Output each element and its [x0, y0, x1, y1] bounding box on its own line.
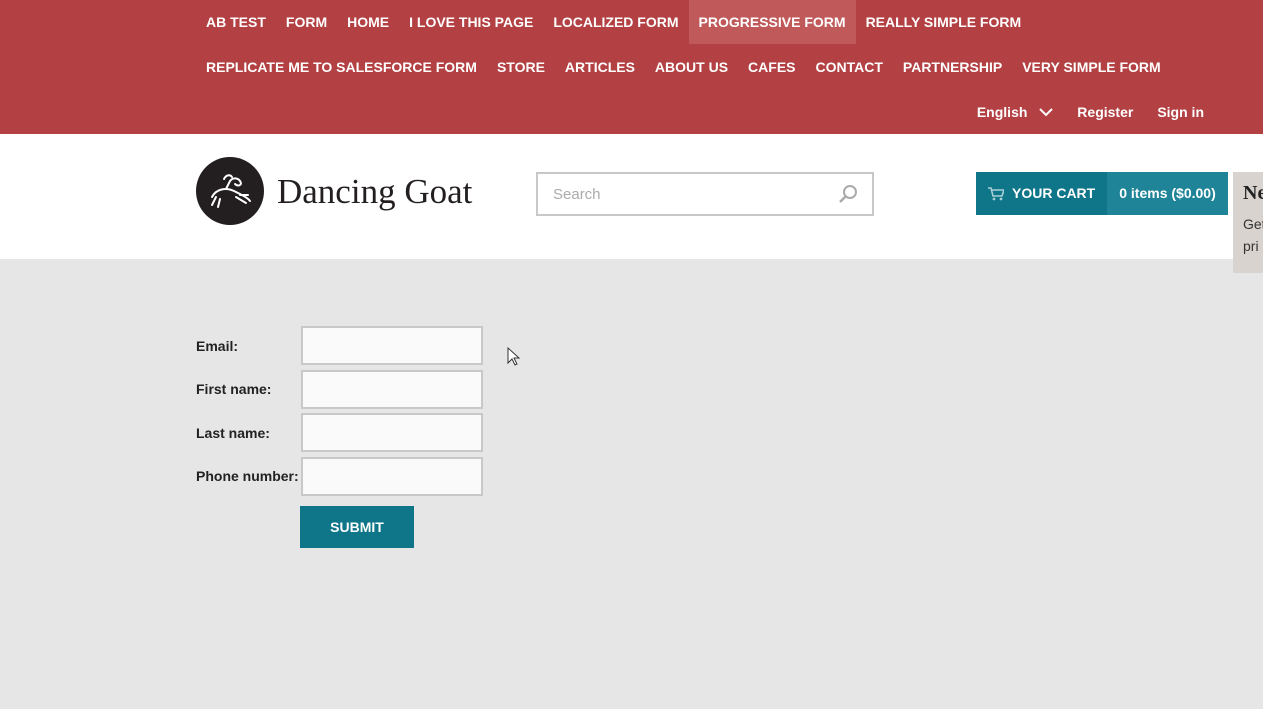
- last-name-field[interactable]: [301, 413, 483, 453]
- cart-summary: 0 items ($0.00): [1107, 172, 1228, 215]
- nav-about-us[interactable]: ABOUT US: [645, 45, 738, 89]
- popup-title: Ne: [1243, 182, 1263, 204]
- popup-text: Getpri: [1243, 216, 1263, 254]
- nav-articles[interactable]: ARTICLES: [555, 45, 645, 89]
- nav-ab-test[interactable]: AB TEST: [196, 0, 276, 44]
- mouse-cursor-icon: [507, 347, 521, 366]
- nav-replicate-salesforce[interactable]: REPLICATE ME TO SALESFORCE FORM: [196, 45, 487, 89]
- nav-store[interactable]: STORE: [487, 45, 555, 89]
- nav-partnership[interactable]: PARTNERSHIP: [893, 45, 1012, 89]
- chevron-down-icon: [1039, 108, 1054, 117]
- site-header: Dancing Goat YOUR CART 0 items ($0.00) N…: [0, 134, 1263, 273]
- newsletter-popup: Ne Getpri: [1233, 172, 1263, 273]
- first-name-label: First name:: [196, 381, 272, 398]
- cart-label: YOUR CART: [1012, 185, 1096, 201]
- email-label: Email:: [196, 337, 239, 354]
- nav-contact[interactable]: CONTACT: [806, 45, 893, 89]
- brand-name[interactable]: Dancing Goat: [277, 172, 472, 212]
- search-box: [536, 172, 874, 216]
- email-field[interactable]: [301, 326, 483, 366]
- nav-row-2: REPLICATE ME TO SALESFORCE FORM STORE AR…: [196, 45, 1171, 89]
- nav-very-simple-form[interactable]: VERY SIMPLE FORM: [1012, 45, 1170, 89]
- utility-links: English Register Sign in: [977, 90, 1204, 134]
- nav-really-simple-form[interactable]: REALLY SIMPLE FORM: [856, 0, 1032, 44]
- top-bar: AB TEST FORM HOME I LOVE THIS PAGE LOCAL…: [0, 0, 1263, 134]
- nav-form[interactable]: FORM: [276, 0, 337, 44]
- language-label: English: [976, 104, 1028, 120]
- search-icon[interactable]: [838, 184, 858, 204]
- submit-button[interactable]: SUBMIT: [300, 506, 414, 548]
- nav-row-1: AB TEST FORM HOME I LOVE THIS PAGE LOCAL…: [196, 0, 1031, 44]
- cart-button[interactable]: YOUR CART 0 items ($0.00): [976, 172, 1228, 215]
- nav-i-love-this-page[interactable]: I LOVE THIS PAGE: [399, 0, 543, 44]
- last-name-label: Last name:: [196, 424, 270, 441]
- nav-home[interactable]: HOME: [337, 0, 399, 44]
- search-input[interactable]: [538, 174, 818, 214]
- signin-link[interactable]: Sign in: [1157, 90, 1204, 134]
- logo-icon[interactable]: [196, 157, 264, 225]
- nav-localized-form[interactable]: LOCALIZED FORM: [543, 0, 688, 44]
- nav-cafes[interactable]: CAFES: [738, 45, 805, 89]
- nav-progressive-form[interactable]: PROGRESSIVE FORM: [688, 0, 856, 44]
- cart-icon: [988, 186, 1004, 200]
- first-name-field[interactable]: [301, 369, 483, 409]
- register-link[interactable]: Register: [1077, 90, 1133, 134]
- language-selector[interactable]: English: [976, 90, 1054, 134]
- phone-label: Phone number:: [196, 468, 299, 485]
- progressive-form: Email: First name: Last name: Phone numb…: [196, 324, 483, 548]
- phone-field[interactable]: [301, 456, 483, 496]
